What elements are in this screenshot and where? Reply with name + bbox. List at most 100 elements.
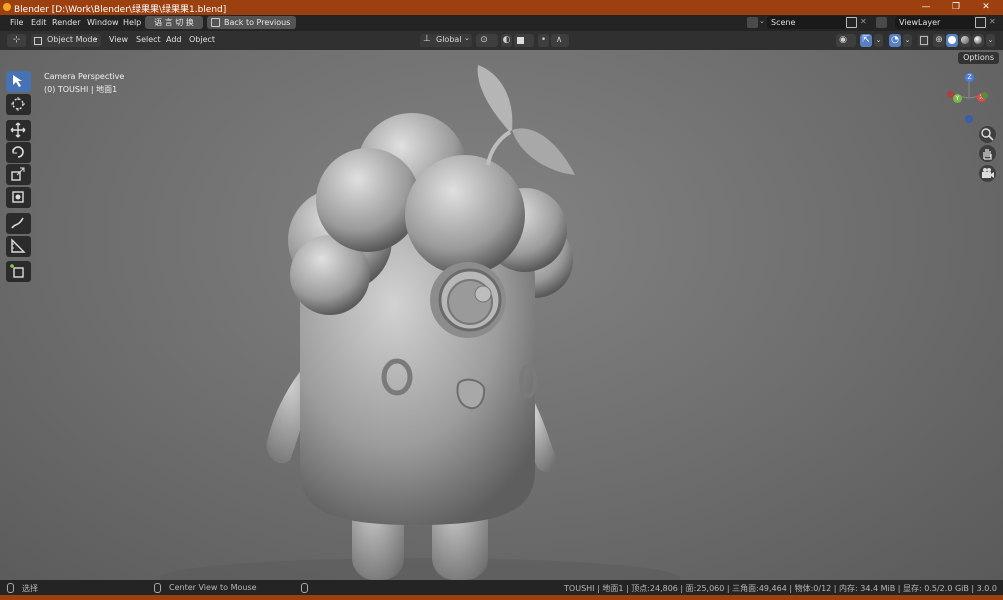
shading-dropdown[interactable]: ⌄ — [986, 34, 995, 47]
menu-object[interactable]: Object — [189, 35, 215, 44]
axis-neg-y-icon[interactable] — [981, 92, 988, 99]
active-object-label: (0) TOUSHI | 地面1 — [44, 85, 118, 94]
rotate-icon — [12, 146, 24, 158]
shading-rendered[interactable] — [972, 34, 984, 47]
select-box-tool[interactable] — [6, 71, 31, 92]
menu-window[interactable]: Window — [87, 18, 119, 27]
mouse-middle-icon — [154, 583, 161, 593]
falloff-icon: ∧ — [555, 35, 563, 45]
rendered-icon — [974, 36, 982, 44]
transform-tool[interactable] — [6, 187, 31, 208]
viewport-header: ⊹ Object Mode ⌄ View Select Add Object ⊥… — [0, 31, 1003, 50]
maximize-button[interactable]: ❐ — [942, 0, 970, 15]
ruler-icon — [11, 238, 26, 253]
view-layer-icon[interactable] — [876, 17, 887, 28]
navigation-gizmo[interactable]: Z X Y — [945, 72, 997, 124]
axis-z-icon[interactable]: Z — [965, 73, 974, 82]
proportional-icon: • — [540, 35, 547, 45]
close-button[interactable]: ✕ — [972, 0, 1000, 15]
menu-select[interactable]: Select — [136, 35, 161, 44]
annotate-tool[interactable] — [6, 213, 31, 234]
xray-toggle[interactable] — [918, 34, 929, 47]
snap-increment-icon — [517, 37, 524, 44]
transform-icon — [12, 191, 24, 203]
delete-scene-icon[interactable]: ✕ — [860, 17, 867, 26]
add-cube-tool[interactable] — [6, 261, 31, 282]
scale-tool[interactable] — [6, 164, 31, 185]
back-to-previous-label: Back to Previous — [224, 18, 291, 27]
pivot-point-select[interactable]: ⊙ — [476, 34, 498, 47]
mode-label: Object Mode — [47, 35, 98, 44]
visibility-select[interactable]: ◉ — [836, 34, 856, 47]
orientation-chevron-icon: ⌄ — [464, 34, 470, 42]
menu-render[interactable]: Render — [52, 18, 80, 27]
character-model — [160, 65, 680, 580]
camera-icon — [982, 168, 994, 178]
zoom-button[interactable] — [979, 126, 996, 143]
menu-edit[interactable]: Edit — [31, 18, 47, 27]
gizmo-chevron-icon: ⌄ — [875, 36, 882, 44]
new-view-layer-icon[interactable] — [975, 17, 986, 28]
cursor-tool[interactable] — [6, 94, 31, 115]
gizmo-icon: ⇱ — [862, 35, 870, 45]
status-middle-action: Center View to Mouse — [169, 583, 257, 592]
camera-view-button[interactable] — [979, 165, 996, 182]
pan-button[interactable] — [979, 145, 996, 162]
overlay-dropdown[interactable]: ⌄ — [903, 34, 912, 47]
rotate-tool[interactable] — [6, 142, 31, 163]
shading-material[interactable] — [959, 34, 971, 47]
mode-select[interactable]: Object Mode ⌄ — [31, 34, 101, 47]
scene-name-field[interactable]: Scene — [767, 16, 847, 29]
material-preview-icon — [961, 36, 969, 44]
scene-icon[interactable] — [747, 17, 758, 28]
falloff-select[interactable]: ∧ — [551, 34, 569, 47]
axis-neg-z-icon[interactable] — [965, 115, 973, 123]
editor-type-icon: ⊹ — [12, 35, 21, 45]
transform-orientation-select[interactable]: ⊥ Global ⌄ — [420, 34, 472, 47]
3d-viewport[interactable]: Camera Perspective (0) TOUSHI | 地面1 Opti… — [0, 50, 1003, 580]
orientation-label: Global — [436, 35, 462, 44]
menu-help[interactable]: Help — [123, 18, 141, 27]
pivot-icon: ⊙ — [480, 35, 488, 45]
solid-icon — [948, 36, 956, 44]
menu-add[interactable]: Add — [166, 35, 182, 44]
menu-view[interactable]: View — [109, 35, 128, 44]
snap-target-select[interactable] — [514, 34, 534, 47]
move-tool[interactable] — [6, 120, 31, 141]
add-cube-icon — [10, 264, 24, 278]
orientation-icon: ⊥ — [423, 34, 431, 44]
object-mode-icon — [34, 37, 42, 45]
shading-wireframe[interactable]: ⊕ — [933, 34, 945, 47]
hand-icon — [983, 149, 992, 160]
scene-dropdown-chevron-icon[interactable]: ⌄ — [759, 17, 765, 25]
snap-toggle[interactable]: ◐ — [501, 34, 512, 47]
taskbar-edge — [0, 595, 1003, 600]
move-arrows-icon — [10, 122, 26, 138]
mouse-left-icon — [7, 583, 14, 593]
zoom-icon — [981, 128, 994, 141]
mode-chevron-icon: ⌄ — [93, 34, 99, 42]
new-scene-icon[interactable] — [846, 17, 857, 28]
delete-view-layer-icon[interactable]: ✕ — [989, 17, 996, 26]
screen-icon — [211, 18, 220, 27]
overlay-toggle[interactable]: ◔ — [889, 34, 901, 47]
options-dropdown[interactable]: Options — [958, 52, 999, 64]
overlay-icon: ◔ — [891, 35, 899, 45]
view-layer-field[interactable]: ViewLayer — [895, 16, 975, 29]
proportional-edit-toggle[interactable]: • — [538, 34, 549, 47]
menu-file[interactable]: File — [10, 18, 23, 27]
magnet-icon: ◐ — [502, 35, 511, 45]
top-menu-bar: File Edit Render Window Help 语 言 切 换 Bac… — [0, 15, 1003, 31]
shading-solid[interactable] — [946, 34, 958, 47]
editor-type-button[interactable]: ⊹ — [7, 34, 26, 47]
xray-icon — [920, 36, 928, 45]
gizmo-toggle[interactable]: ⇱ — [860, 34, 872, 47]
window-title: Blender [D:\Work\Blender\绿果果\绿果果1.blend] — [14, 5, 227, 15]
axis-neg-x-icon[interactable] — [947, 91, 954, 98]
minimize-button[interactable]: — — [912, 0, 940, 15]
axis-y-icon[interactable]: Y — [953, 94, 962, 103]
language-toggle-button[interactable]: 语 言 切 换 — [145, 16, 203, 29]
back-to-previous-button[interactable]: Back to Previous — [207, 16, 297, 29]
measure-tool[interactable] — [6, 236, 31, 257]
gizmo-dropdown[interactable]: ⌄ — [874, 34, 883, 47]
